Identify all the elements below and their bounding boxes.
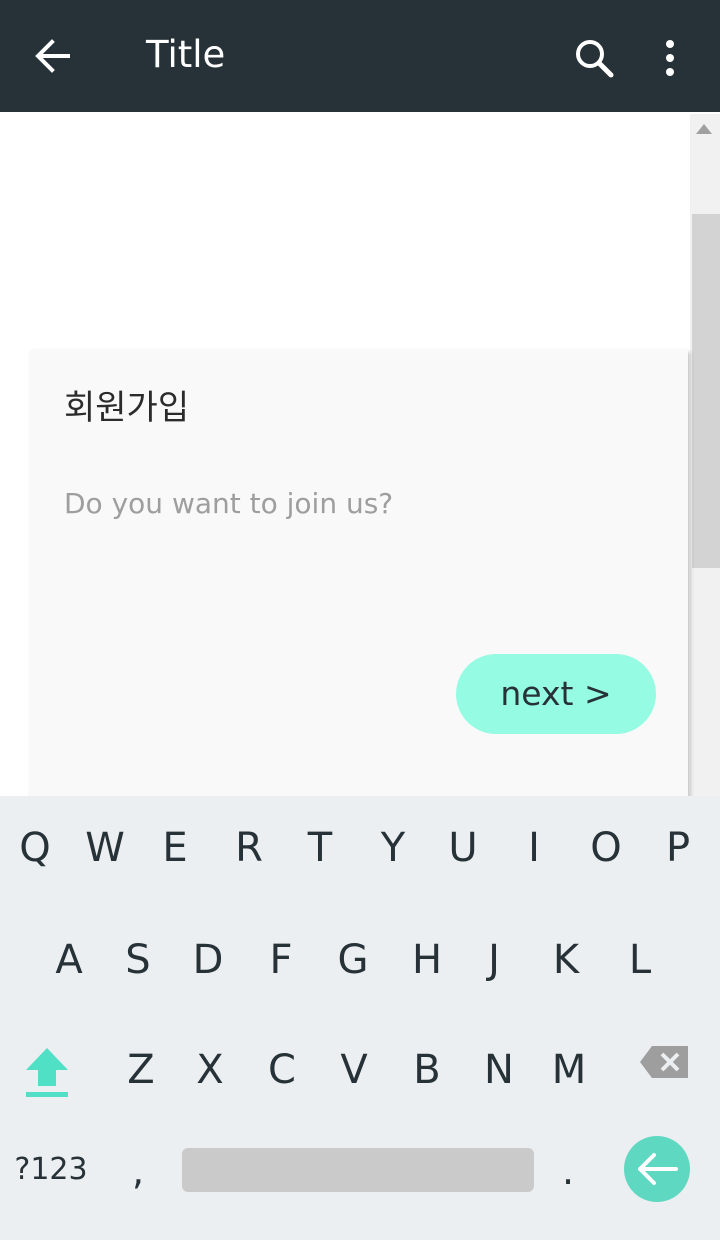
key-o[interactable]: O bbox=[571, 798, 641, 898]
key-f[interactable]: F bbox=[246, 910, 316, 1010]
key-g[interactable]: G bbox=[318, 910, 388, 1010]
enter-arrow-icon bbox=[638, 1153, 678, 1185]
back-button[interactable] bbox=[30, 34, 76, 78]
keyboard-row-2: A S D F G H J K L bbox=[0, 910, 720, 1010]
key-b[interactable]: B bbox=[392, 1020, 462, 1120]
search-button[interactable] bbox=[572, 36, 616, 80]
key-c[interactable]: C bbox=[247, 1020, 317, 1120]
soft-keyboard: Q W E R T Y U I O P A S D F G H J K L Z … bbox=[0, 796, 720, 1240]
more-vert-icon bbox=[666, 40, 674, 76]
backspace-key[interactable] bbox=[638, 1044, 690, 1080]
scroll-up-arrow-icon[interactable] bbox=[696, 124, 712, 134]
keyboard-row-1: Q W E R T Y U I O P bbox=[0, 798, 720, 898]
signup-card: 회원가입 Do you want to join us? next > bbox=[30, 350, 688, 796]
key-l[interactable]: L bbox=[605, 910, 675, 1010]
more-options-button[interactable] bbox=[652, 36, 688, 80]
key-y[interactable]: Y bbox=[358, 798, 428, 898]
key-m[interactable]: M bbox=[534, 1020, 604, 1120]
backspace-icon bbox=[640, 1046, 688, 1078]
key-i[interactable]: I bbox=[499, 798, 569, 898]
key-q[interactable]: Q bbox=[0, 798, 70, 898]
key-s[interactable]: S bbox=[103, 910, 173, 1010]
card-subtitle: Do you want to join us? bbox=[64, 487, 394, 520]
period-key[interactable]: . bbox=[548, 1136, 588, 1206]
key-h[interactable]: H bbox=[392, 910, 462, 1010]
key-t[interactable]: T bbox=[285, 798, 355, 898]
content-area[interactable]: 회원가입 Do you want to join us? next > bbox=[0, 112, 720, 796]
key-a[interactable]: A bbox=[34, 910, 104, 1010]
key-n[interactable]: N bbox=[464, 1020, 534, 1120]
key-z[interactable]: Z bbox=[106, 1020, 176, 1120]
next-button[interactable]: next > bbox=[456, 654, 656, 734]
scrollbar-thumb[interactable] bbox=[692, 214, 720, 568]
key-p[interactable]: P bbox=[643, 798, 713, 898]
page-title: Title bbox=[146, 33, 226, 76]
key-j[interactable]: J bbox=[459, 910, 529, 1010]
key-v[interactable]: V bbox=[319, 1020, 389, 1120]
card-heading: 회원가입 bbox=[64, 388, 190, 428]
search-icon bbox=[576, 40, 614, 78]
arrow-back-icon bbox=[35, 39, 70, 73]
key-x[interactable]: X bbox=[175, 1020, 245, 1120]
key-d[interactable]: D bbox=[173, 910, 243, 1010]
space-key[interactable] bbox=[182, 1148, 534, 1192]
key-r[interactable]: R bbox=[214, 798, 284, 898]
key-w[interactable]: W bbox=[70, 798, 140, 898]
symbols-key[interactable]: ?123 bbox=[14, 1142, 88, 1198]
comma-key[interactable]: , bbox=[118, 1136, 158, 1206]
app-bar: Title bbox=[0, 0, 720, 112]
keyboard-row-3: Z X C V B N M bbox=[0, 1020, 720, 1120]
key-k[interactable]: K bbox=[531, 910, 601, 1010]
key-e[interactable]: E bbox=[140, 798, 210, 898]
enter-key[interactable] bbox=[624, 1136, 690, 1202]
key-u[interactable]: U bbox=[428, 798, 498, 898]
